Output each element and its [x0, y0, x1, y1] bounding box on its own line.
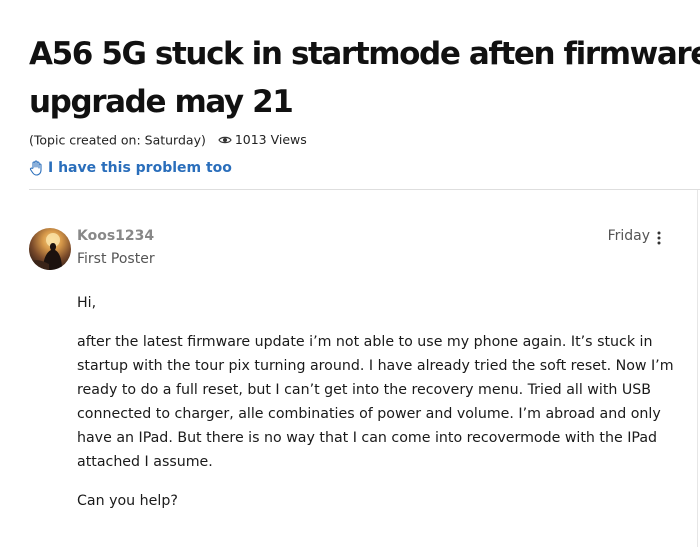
avatar[interactable] — [29, 228, 71, 270]
hand-icon — [29, 160, 42, 176]
problem-too-label: I have this problem too — [48, 160, 232, 176]
topic-created-text: (Topic created on: Saturday) — [29, 132, 206, 148]
topic-meta: (Topic created on: Saturday) 1013 Views — [29, 132, 307, 148]
forum-topic-page: A56 5G stuck in startmode aften firmware… — [0, 0, 700, 547]
header-divider — [29, 189, 700, 190]
views-label: 1013 Views — [234, 132, 307, 147]
avatar-image — [29, 233, 62, 270]
eye-icon — [218, 136, 232, 143]
post-body: Hi, after the latest firmware update i’m… — [77, 291, 677, 513]
post-greeting: Hi, — [77, 295, 97, 311]
right-border — [697, 190, 698, 547]
more-options-icon[interactable] — [653, 230, 665, 246]
post-date: Friday — [607, 228, 650, 244]
topic-title-line-1: A56 5G stuck in startmode aften firmware — [29, 36, 700, 72]
post-paragraph: after the latest firmware update i’m not… — [77, 334, 674, 470]
problem-too-button[interactable]: I have this problem too — [29, 160, 232, 176]
author-name[interactable]: Koos1234 — [77, 228, 154, 244]
topic-title-line-2: upgrade may 21 — [29, 84, 294, 120]
topic-title: A56 5G stuck in startmode aften firmware… — [29, 30, 700, 126]
views-count: 1013 Views — [218, 132, 307, 147]
author-rank: First Poster — [77, 251, 155, 267]
post-closing: Can you help? — [77, 493, 178, 509]
